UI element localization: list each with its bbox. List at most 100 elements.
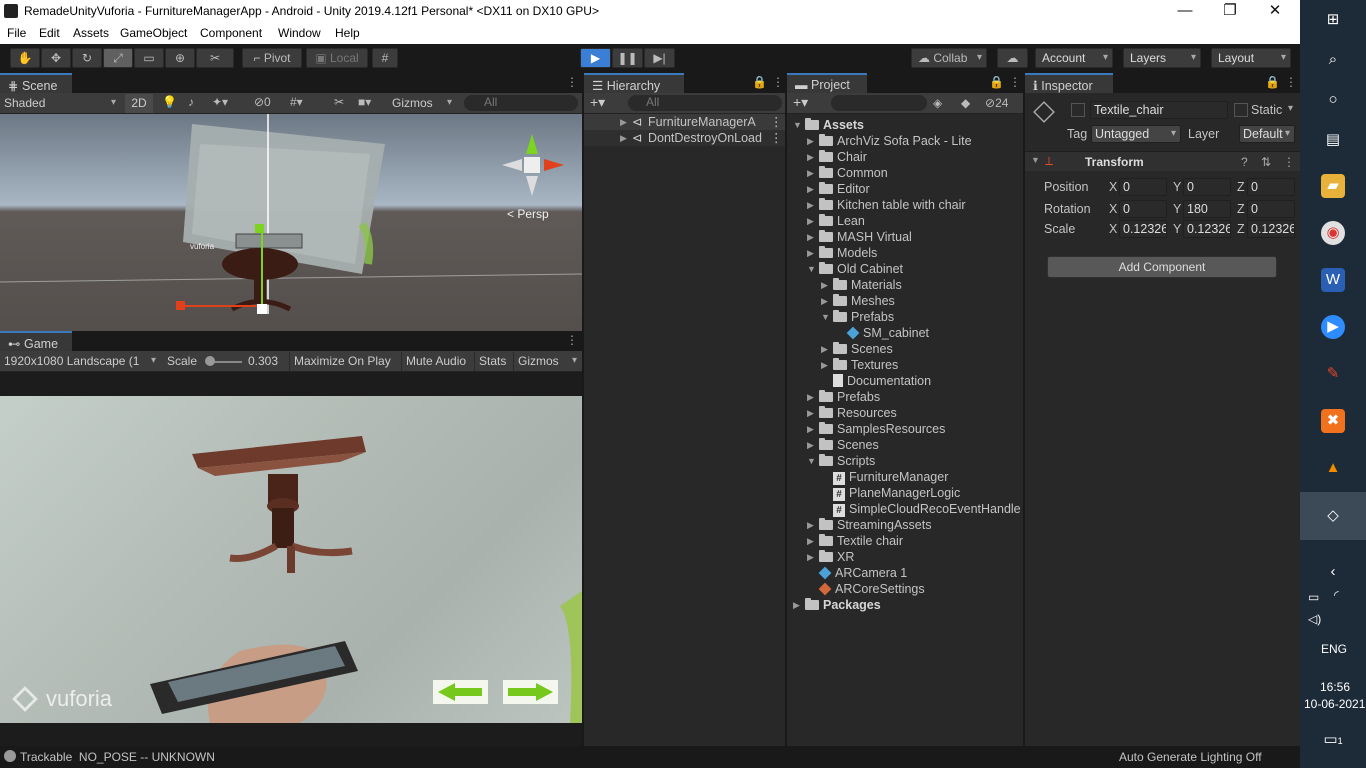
lighting-status[interactable]: Auto Generate Lighting Off <box>1119 750 1262 764</box>
app-icon[interactable]: ✎ <box>1321 362 1345 386</box>
hierarchy-menu-icon[interactable]: ⋮ <box>772 75 784 89</box>
object-name-field[interactable]: Textile_chair <box>1090 101 1228 119</box>
axis-label[interactable]: Z <box>1237 180 1245 194</box>
menu-file[interactable]: File <box>7 26 26 40</box>
project-item[interactable]: ▶ Textile chair <box>787 533 1023 549</box>
hierarchy-item[interactable]: ▶ ⊲ FurnitureManagerA ⋮ <box>584 114 785 130</box>
tab-project[interactable]: ▬ Project <box>787 73 867 93</box>
effects-icon[interactable]: ✦▾ <box>212 95 228 109</box>
move-tool-icon[interactable]: ✥ <box>41 48 71 68</box>
stats-toggle[interactable]: Stats <box>474 352 510 371</box>
word-icon[interactable]: W <box>1321 268 1345 292</box>
project-item[interactable]: ▼ Scripts <box>787 453 1023 469</box>
file-explorer-icon[interactable]: ▰ <box>1321 174 1345 198</box>
static-checkbox[interactable] <box>1234 103 1248 117</box>
scene-search-input[interactable]: All <box>464 95 578 111</box>
cortana-icon[interactable]: ○ <box>1321 88 1345 112</box>
chevron-right-icon[interactable]: ▶ <box>807 533 817 549</box>
language-indicator[interactable]: ENG <box>1321 642 1347 656</box>
chevron-right-icon[interactable]: ▶ <box>807 133 817 149</box>
menu-gameobject[interactable]: GameObject <box>120 26 187 40</box>
hierarchy-add-icon[interactable]: +▾ <box>590 94 605 111</box>
notification-icon[interactable]: ▭1 <box>1321 728 1345 752</box>
axis-label[interactable]: X <box>1109 180 1117 194</box>
tools-icon[interactable]: ✂ <box>334 95 344 109</box>
hierarchy-item[interactable]: ▶ ⊲ DontDestroyOnLoad ⋮ <box>584 130 785 146</box>
chevron-down-icon[interactable]: ▼ <box>793 117 803 133</box>
project-item[interactable]: ▶ Resources <box>787 405 1023 421</box>
chevron-left-icon[interactable]: ‹ <box>1321 560 1345 584</box>
play-button[interactable]: ▶ <box>580 48 611 68</box>
mute-audio-toggle[interactable]: Mute Audio <box>401 352 470 371</box>
chevron-right-icon[interactable]: ▶ <box>807 229 817 245</box>
project-item[interactable]: # PlaneManagerLogic <box>787 485 1023 501</box>
scale-tool-icon[interactable]: ⤢ <box>103 48 133 68</box>
project-item[interactable]: # FurnitureManager <box>787 469 1023 485</box>
cloud-icon[interactable]: ☁ <box>997 48 1028 68</box>
account-dropdown[interactable]: Account <box>1035 48 1113 68</box>
status-message[interactable]: Trackable NO_POSE -- UNKNOWN <box>20 750 215 764</box>
project-item[interactable]: # SimpleCloudRecoEventHandle <box>787 501 1023 517</box>
project-item[interactable]: ▶ ArchViz Sofa Pack - Lite <box>787 133 1023 149</box>
project-item[interactable]: ▼ Assets <box>787 117 1023 133</box>
project-item[interactable]: ▶ XR <box>787 549 1023 565</box>
project-item[interactable]: ▶ Packages <box>787 597 1023 613</box>
audio-icon[interactable]: ♪ <box>188 95 194 109</box>
inspector-menu-icon[interactable]: ⋮ <box>1285 75 1297 89</box>
project-menu-icon[interactable]: ⋮ <box>1009 75 1021 89</box>
rotate-tool-icon[interactable]: ↻ <box>72 48 102 68</box>
game-viewport[interactable]: vuforia <box>0 396 582 723</box>
maximize-button[interactable]: ❐ <box>1207 0 1253 23</box>
project-item[interactable]: ▶ Kitchen table with chair <box>787 197 1023 213</box>
vlc-icon[interactable]: ▲ <box>1321 456 1345 480</box>
scale-field[interactable]: 0.12326 <box>1183 220 1231 238</box>
xampp-icon[interactable]: ✖ <box>1321 409 1345 433</box>
rotation-field[interactable]: 0 <box>1119 200 1167 218</box>
axis-label[interactable]: Y <box>1173 222 1181 236</box>
transform-tool-icon[interactable]: ⊕ <box>165 48 195 68</box>
chevron-right-icon[interactable]: ▶ <box>807 213 817 229</box>
maximize-on-play-toggle[interactable]: Maximize On Play <box>289 352 395 371</box>
menu-component[interactable]: Component <box>200 26 262 40</box>
scene-viewport[interactable]: vuforia < Persp <box>0 114 582 331</box>
project-item[interactable]: Documentation <box>787 373 1023 389</box>
pause-button[interactable]: ❚❚ <box>612 48 643 68</box>
transform-header[interactable]: ▼ ⟂ Transform ? ⇅ ⋮ <box>1025 151 1300 171</box>
position-field[interactable]: 0 <box>1183 178 1231 196</box>
2d-toggle[interactable]: 2D <box>125 94 153 113</box>
menu-assets[interactable]: Assets <box>73 26 109 40</box>
axis-label[interactable]: Z <box>1237 202 1245 216</box>
search-icon[interactable]: ⌕ <box>1321 48 1345 72</box>
chevron-right-icon[interactable]: ▶ <box>807 245 817 261</box>
inspector-lock-icon[interactable]: 🔒 <box>1265 75 1280 89</box>
project-item[interactable]: ▶ Lean <box>787 213 1023 229</box>
minimize-button[interactable]: — <box>1162 0 1208 23</box>
project-item[interactable]: ▶ Materials <box>787 277 1023 293</box>
chevron-down-icon[interactable]: ▼ <box>807 261 817 277</box>
next-arrow-button[interactable] <box>503 680 558 704</box>
rotation-field[interactable]: 0 <box>1247 200 1295 218</box>
wifi-icon[interactable]: ◜ <box>1334 588 1339 602</box>
active-checkbox[interactable] <box>1071 103 1085 117</box>
rect-tool-icon[interactable]: ▭ <box>134 48 164 68</box>
tag-dropdown[interactable]: Untagged <box>1091 125 1181 143</box>
menu-edit[interactable]: Edit <box>39 26 60 40</box>
position-field[interactable]: 0 <box>1119 178 1167 196</box>
scene-menu-icon[interactable]: ⋮ <box>566 75 578 89</box>
chevron-down-icon[interactable]: ▼ <box>821 309 831 325</box>
layer-dropdown[interactable]: Default <box>1239 125 1295 143</box>
persp-label[interactable]: < Persp <box>507 207 549 221</box>
scene-gizmos-dropdown[interactable]: Gizmos <box>390 94 456 113</box>
project-item[interactable]: ▶ Chair <box>787 149 1023 165</box>
chrome-icon[interactable]: ◉ <box>1321 221 1345 245</box>
scale-slider-thumb[interactable] <box>205 356 215 366</box>
project-item[interactable]: ▶ Prefabs <box>787 389 1023 405</box>
zoom-icon[interactable]: ▶ <box>1321 315 1345 339</box>
axis-label[interactable]: Y <box>1173 180 1181 194</box>
clock-date[interactable]: 10-06-2021 <box>1304 697 1365 711</box>
project-item[interactable]: ▼ Old Cabinet <box>787 261 1023 277</box>
project-item[interactable]: ▼ Prefabs <box>787 309 1023 325</box>
project-item[interactable]: ▶ Textures <box>787 357 1023 373</box>
menu-window[interactable]: Window <box>278 26 321 40</box>
project-item[interactable]: SM_cabinet <box>787 325 1023 341</box>
